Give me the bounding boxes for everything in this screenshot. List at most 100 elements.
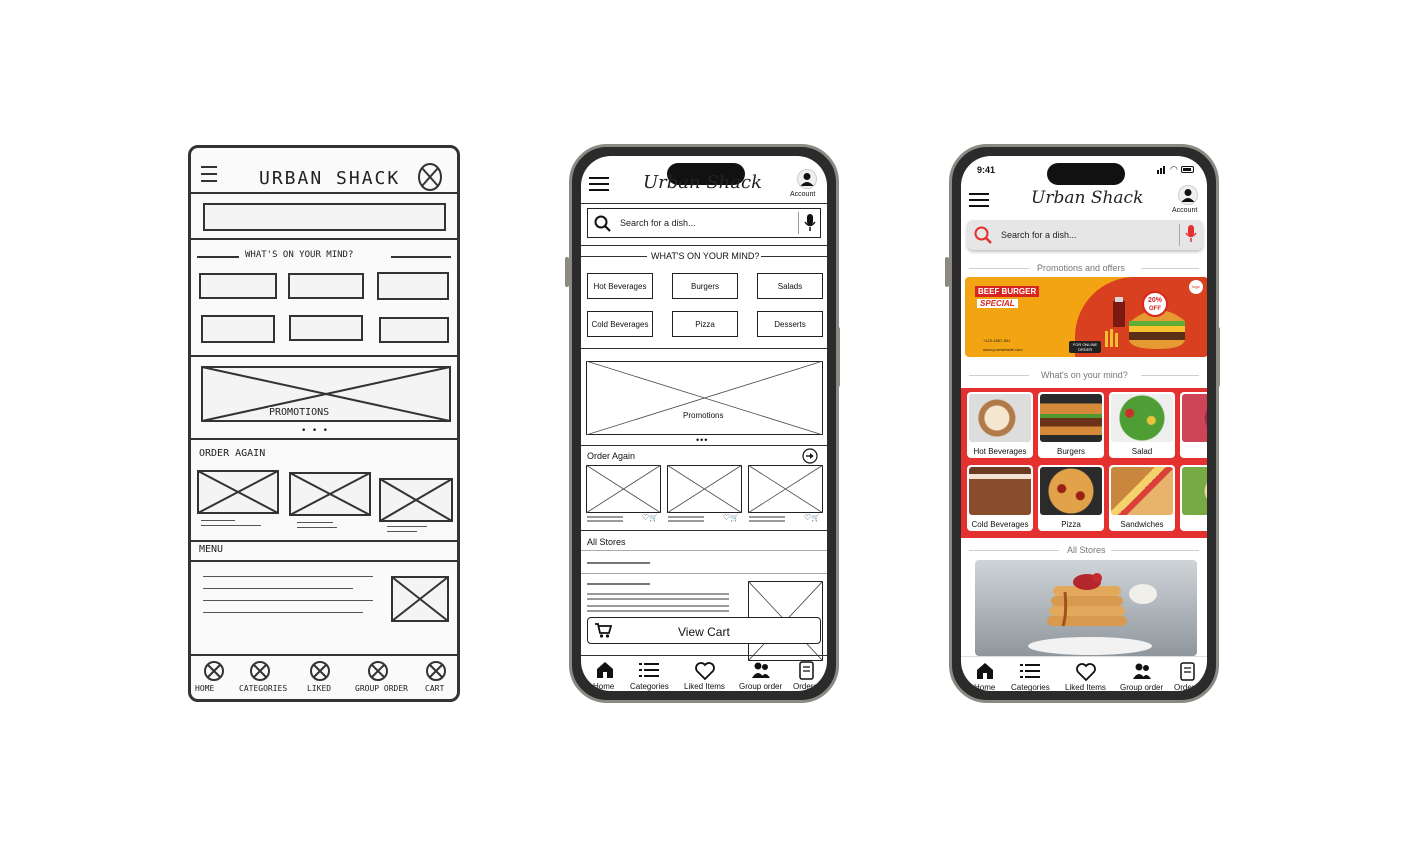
cart-icon	[595, 623, 612, 638]
hamburger-icon[interactable]	[969, 193, 989, 207]
liked-placeholder-icon[interactable]	[309, 660, 331, 682]
category-pizza[interactable]: Pizza	[672, 311, 738, 337]
category-cold-beverages[interactable]: Cold Beverages	[587, 311, 653, 337]
search-bar[interactable]: Search for a dish...	[967, 220, 1203, 250]
microphone-icon[interactable]	[804, 214, 816, 232]
nav-liked-label[interactable]: Liked Items	[1065, 683, 1106, 691]
hifi-screen: 9:41 ◠ Urban Shack Account Search for a …	[961, 156, 1207, 691]
nav-label-cart: CART	[425, 684, 445, 693]
microphone-icon[interactable]	[1185, 225, 1197, 244]
category-sandwiches[interactable]: Sandwiches	[1109, 465, 1175, 531]
order-again-item[interactable]	[586, 465, 661, 513]
nav-categories-label[interactable]: Categories	[1011, 683, 1050, 691]
nav-orders-label[interactable]: Orders	[793, 682, 817, 691]
brand-logo: Urban Shack	[643, 172, 762, 193]
category-more[interactable]	[1180, 465, 1207, 531]
category-salads[interactable]: Salads	[757, 273, 823, 299]
hamburger-icon[interactable]	[201, 164, 217, 182]
promotions-banner[interactable]	[586, 361, 823, 435]
account-icon[interactable]	[797, 169, 817, 189]
order-again-item[interactable]	[379, 478, 453, 522]
category-pizza[interactable]: Pizza	[1038, 465, 1104, 531]
orders-icon[interactable]	[1180, 662, 1195, 681]
banner-subtitle: SPECIAL	[977, 299, 1018, 308]
order-again-item[interactable]	[748, 465, 823, 513]
banner-phone: +123-4567-891	[983, 338, 1011, 343]
all-stores-title: All Stores	[1067, 545, 1106, 555]
heart-cart-icons[interactable]: ♡🛒	[642, 513, 658, 522]
category-label: Cold Beverages	[971, 520, 1029, 529]
all-stores-title: All Stores	[587, 537, 626, 547]
promotions-label: Promotions	[683, 411, 724, 420]
order-again-item[interactable]	[667, 465, 742, 513]
hamburger-icon[interactable]	[589, 177, 609, 191]
order-again-item[interactable]	[197, 470, 279, 514]
cart-placeholder-icon[interactable]	[425, 660, 447, 682]
orders-icon[interactable]	[799, 661, 814, 680]
account-placeholder-icon[interactable]	[417, 162, 443, 192]
heart-icon[interactable]	[695, 662, 715, 680]
category-more[interactable]	[1180, 392, 1207, 458]
category-desserts[interactable]: Desserts	[757, 311, 823, 337]
banner-cta: FOR ONLINE ORDER	[1069, 341, 1101, 353]
nav-label-categories: CATEGORIES	[239, 684, 288, 693]
nav-group-order-label[interactable]: Group order	[739, 682, 782, 691]
pancake-image	[1028, 573, 1157, 655]
banner-logo: logo	[1189, 280, 1203, 294]
home-icon[interactable]	[976, 662, 994, 680]
account-icon[interactable]	[1178, 185, 1198, 205]
group-order-icon[interactable]	[1133, 663, 1151, 679]
group-order-placeholder-icon[interactable]	[367, 660, 389, 682]
heart-cart-icons[interactable]: ♡🛒	[723, 513, 739, 522]
category-hot-beverages[interactable]: Hot Beverages	[967, 392, 1033, 458]
nav-home-label[interactable]: Home	[593, 682, 614, 691]
category-cold-beverages[interactable]: Cold Beverages	[967, 465, 1033, 531]
menu-item-image[interactable]	[391, 576, 449, 622]
whats-on-mind-title: What's on your mind?	[1041, 370, 1128, 380]
category-burgers[interactable]: Burgers	[672, 273, 738, 299]
group-order-icon[interactable]	[752, 662, 770, 678]
nav-home-label[interactable]: Home	[974, 683, 995, 691]
categories-icon[interactable]	[1020, 663, 1040, 679]
home-placeholder-icon[interactable]	[203, 660, 225, 682]
nav-group-order-label[interactable]: Group order	[1120, 683, 1163, 691]
wireframe-screen: Urban Shack Account Search for a dish...…	[581, 156, 827, 691]
search-input[interactable]: Search for a dish...	[620, 218, 696, 228]
category-burgers[interactable]: Burgers	[1038, 392, 1104, 458]
categories-icon[interactable]	[639, 662, 659, 678]
order-again-title: Order Again	[587, 451, 636, 461]
heart-icon[interactable]	[1076, 663, 1096, 681]
dynamic-island	[1047, 163, 1125, 185]
nav-liked-label[interactable]: Liked Items	[684, 682, 725, 691]
categories-placeholder-icon[interactable]	[249, 660, 271, 682]
carousel-dots: •••	[696, 435, 709, 445]
heart-cart-icons[interactable]: ♡🛒	[804, 513, 820, 522]
search-bar[interactable]: Search for a dish...	[587, 208, 821, 238]
category-hot-beverages[interactable]: Hot Beverages	[587, 273, 653, 299]
promotions-banner[interactable]: BEEF BURGER SPECIAL +123-4567-891 www.yo…	[965, 277, 1207, 357]
status-icons: ◠	[1157, 165, 1195, 175]
order-again-item[interactable]	[289, 472, 371, 516]
category-label: Hot Beverages	[973, 447, 1027, 456]
view-cart-button[interactable]: View Cart	[587, 617, 821, 644]
category-placeholder[interactable]	[377, 272, 449, 300]
nav-label-home: HOME	[195, 684, 215, 693]
status-time: 9:41	[977, 165, 996, 175]
search-input[interactable]	[203, 203, 446, 231]
nav-orders-label[interactable]: Orders	[1174, 683, 1198, 691]
view-cart-label: View Cart	[678, 625, 730, 639]
nav-label-group-order: GROUP ORDER	[355, 684, 408, 693]
search-icon	[594, 215, 611, 232]
category-placeholder[interactable]	[199, 273, 277, 299]
nav-categories-label[interactable]: Categories	[630, 682, 669, 691]
category-placeholder[interactable]	[288, 273, 364, 299]
category-placeholder[interactable]	[289, 315, 363, 341]
category-salad[interactable]: Salad	[1109, 392, 1175, 458]
category-placeholder[interactable]	[201, 315, 275, 343]
search-input[interactable]: Search for a dish...	[1001, 230, 1077, 240]
store-card[interactable]	[975, 560, 1197, 656]
nav-label-liked: LIKED	[307, 684, 332, 693]
category-placeholder[interactable]	[379, 317, 449, 343]
arrow-right-circle-icon[interactable]	[802, 448, 818, 464]
home-icon[interactable]	[596, 661, 614, 679]
